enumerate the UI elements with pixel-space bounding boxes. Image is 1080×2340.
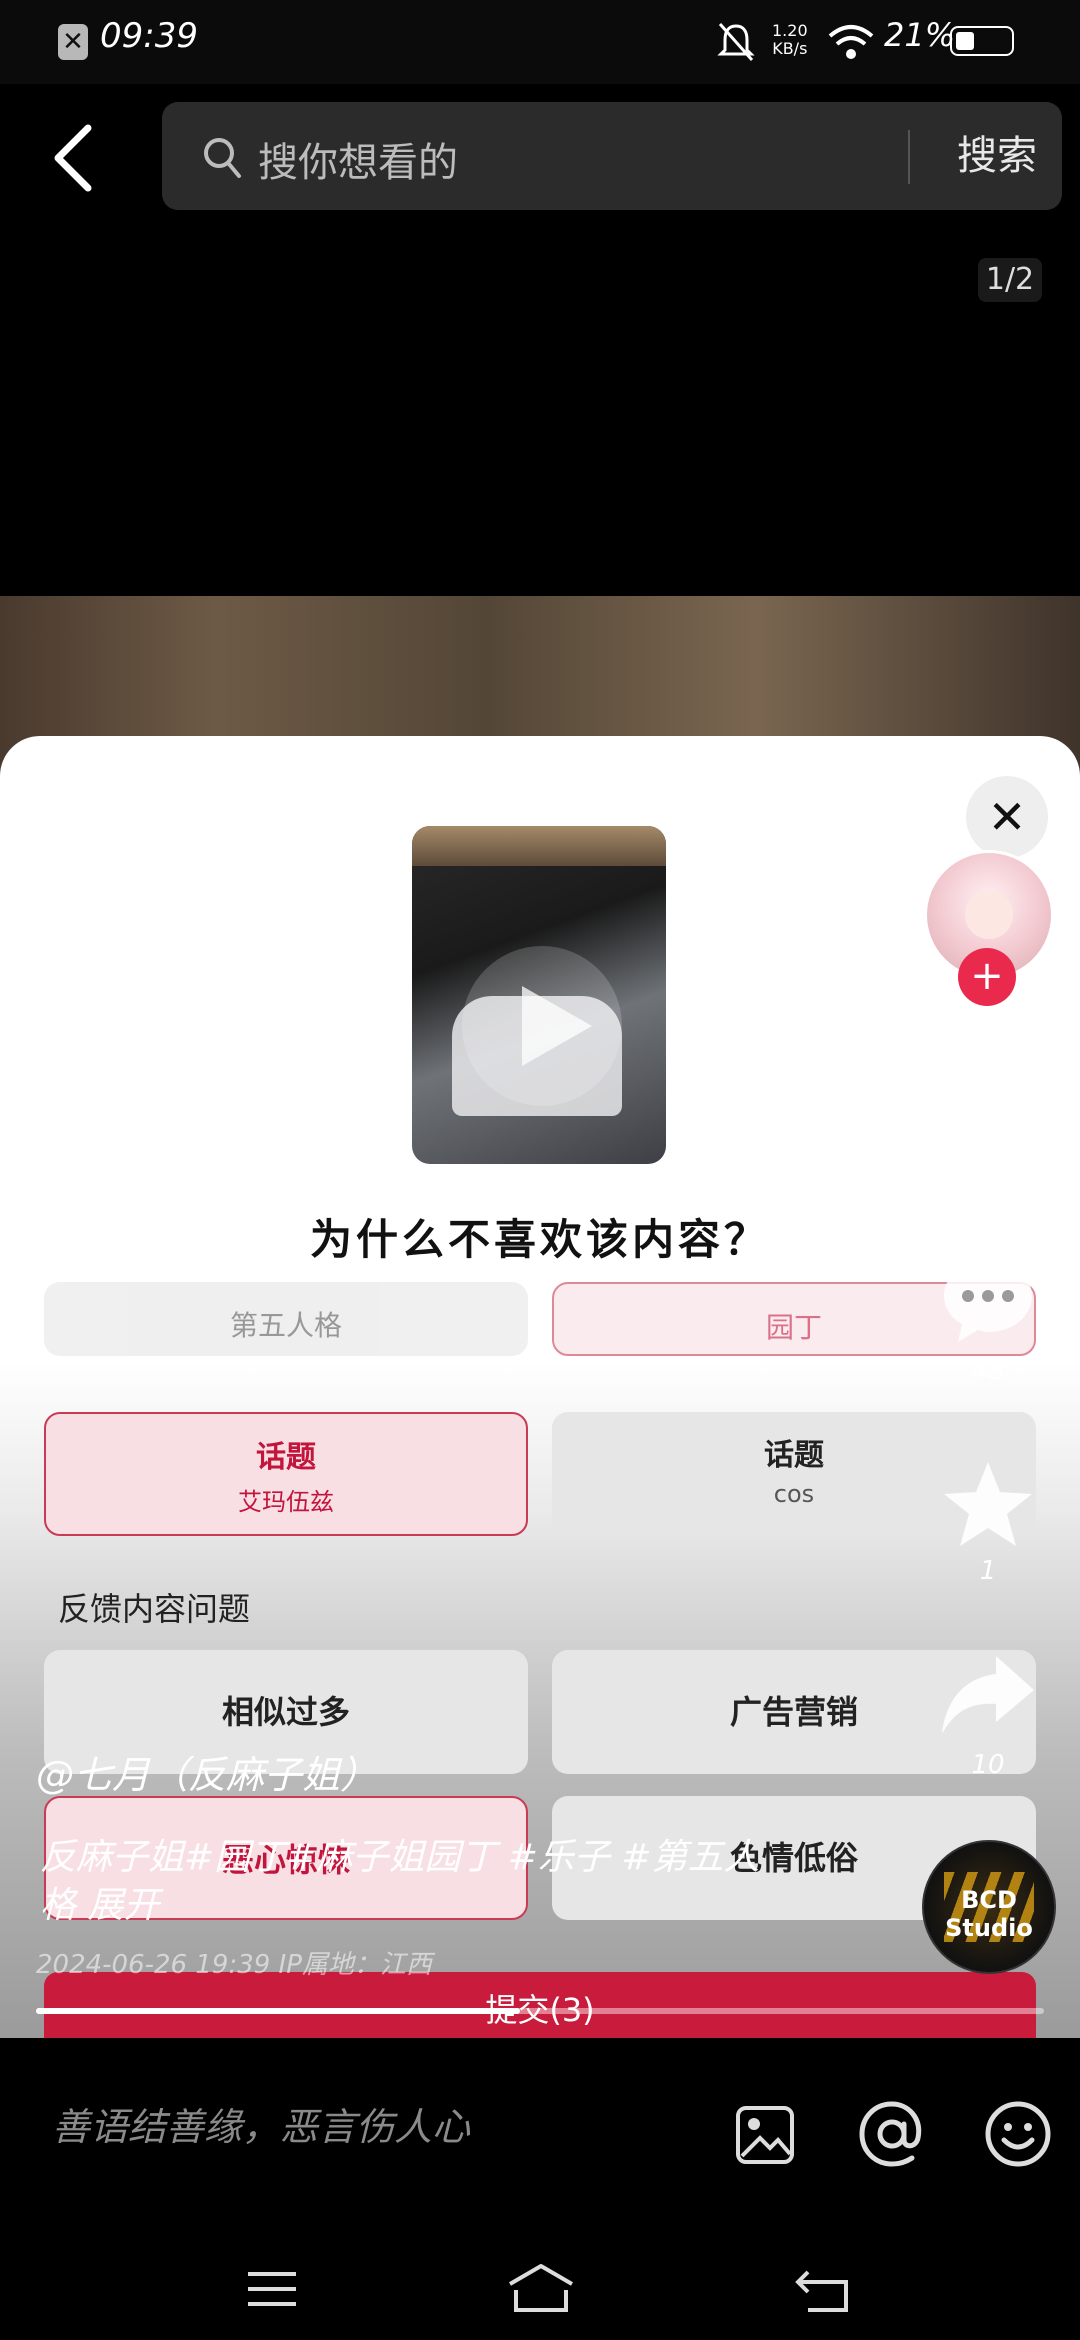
- favorite-count: 1: [979, 1556, 997, 1586]
- comment-input[interactable]: 善语结善缘，恶言伤人心: [52, 2096, 470, 2151]
- battery-icon: [950, 26, 1014, 56]
- chip-value: 第五人格: [229, 1309, 342, 1342]
- network-speed-unit: KB/s: [772, 39, 808, 58]
- status-bar: ✕ 09:39 1.20 KB/s 21%: [0, 0, 1080, 84]
- search-divider: [908, 130, 910, 184]
- topic-chip-diwurenge[interactable]: 话题 第五人格: [44, 1282, 528, 1356]
- music-disc[interactable]: BCD Studio: [922, 1840, 1056, 1974]
- section-label: 反馈内容问题: [58, 1590, 251, 1628]
- comment-count: 48: [971, 1356, 1005, 1386]
- post-caption[interactable]: 反麻子姐#园丁#麻子姐园丁 #乐子 #第五人: [40, 1828, 820, 1880]
- battery-percent: 21%: [884, 16, 956, 54]
- system-nav-bar: [0, 2236, 1080, 2340]
- follow-button[interactable]: +: [958, 948, 1016, 1006]
- thumbnail-hat: [412, 826, 666, 866]
- favorite-star-icon[interactable]: [938, 1456, 1038, 1556]
- share-count: 10: [971, 1750, 1005, 1780]
- music-disc-label: BCD Studio: [945, 1886, 1033, 1942]
- chip-category: 话题: [256, 1440, 316, 1475]
- comment-bar: 善语结善缘，恶言伤人心: [0, 2038, 1080, 2236]
- status-time: 09:39: [100, 16, 198, 56]
- share-arrow-icon[interactable]: [938, 1650, 1038, 1740]
- page-indicator: 1/2: [978, 258, 1042, 302]
- notification-close-icon: ✕: [58, 24, 88, 60]
- search-input[interactable]: 搜你想看的 搜索: [162, 102, 1062, 210]
- close-button[interactable]: ✕: [966, 776, 1048, 858]
- sheet-title: 为什么不喜欢该内容？: [309, 1215, 770, 1264]
- chip-value: 艾玛伍兹: [238, 1488, 334, 1516]
- submit-button[interactable]: 提交(3): [44, 1972, 1036, 2038]
- topic-chip-aimawuzi[interactable]: 话题 艾玛伍兹: [44, 1412, 528, 1536]
- search-button[interactable]: 搜索: [932, 102, 1062, 210]
- play-icon: [462, 946, 622, 1106]
- nav-home-icon[interactable]: [506, 2262, 576, 2316]
- post-meta: 2024-06-26 19:39 IP属地：江西: [36, 1950, 432, 1980]
- emoji-icon[interactable]: [984, 2100, 1052, 2168]
- back-button[interactable]: [44, 118, 104, 198]
- like-heart-icon[interactable]: [938, 1052, 1038, 1152]
- search-icon: [204, 138, 241, 178]
- post-caption-expand[interactable]: 格 展开: [40, 1876, 159, 1928]
- video-thumbnail[interactable]: [412, 826, 666, 1164]
- mention-at-icon[interactable]: [858, 2100, 926, 2168]
- author-name[interactable]: @七月（反麻子姐）: [36, 1744, 378, 1799]
- video-progress-bar[interactable]: [36, 2008, 1044, 2014]
- comment-icon[interactable]: [938, 1250, 1038, 1350]
- mute-bell-icon: [717, 23, 755, 61]
- network-speed: 1.20 KB/s: [772, 22, 808, 58]
- wifi-icon: [828, 25, 874, 59]
- image-icon[interactable]: [734, 2104, 796, 2166]
- video-progress-fill: [36, 2008, 520, 2014]
- avatar-face: [965, 891, 1013, 939]
- search-placeholder: 搜你想看的: [258, 140, 458, 186]
- nav-menu-icon[interactable]: [244, 2268, 300, 2310]
- nav-back-icon[interactable]: [794, 2264, 854, 2314]
- like-count: 2: [979, 1162, 997, 1192]
- network-speed-value: 1.20: [772, 21, 808, 40]
